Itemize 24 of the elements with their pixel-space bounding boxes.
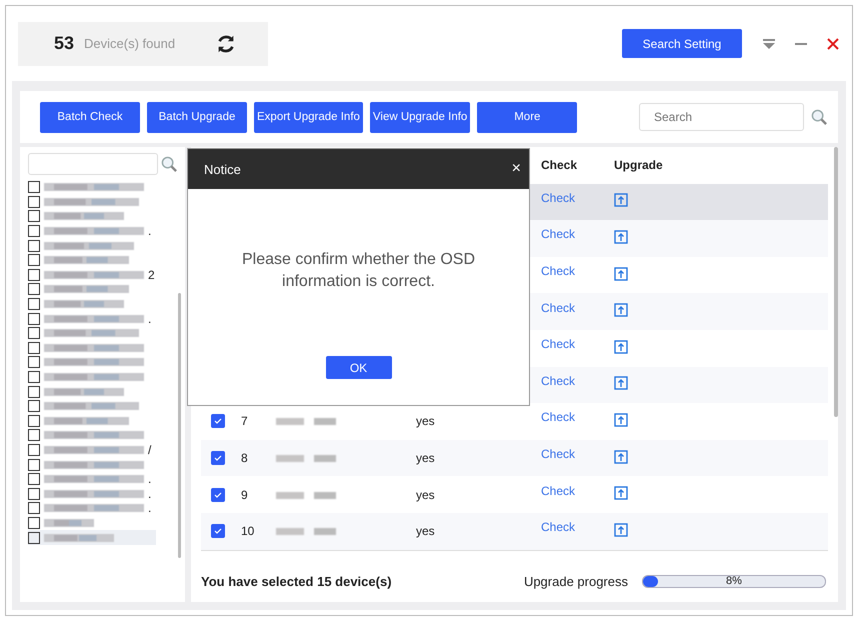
table-cell: yes [416, 488, 435, 502]
table-cell: yes [416, 524, 435, 538]
row-number: 8 [241, 451, 248, 466]
tree-item-suffix: . [148, 314, 152, 324]
device-count: 53 [54, 33, 74, 54]
device-count-label: Device(s) found [84, 36, 176, 51]
tree-item-suffix: . [148, 226, 152, 236]
tree-item-suffix: / [148, 444, 152, 455]
selection-summary: You have selected 15 device(s) [201, 574, 392, 588]
column-header: Check [541, 158, 578, 172]
row-number: 10 [241, 524, 254, 538]
dialog-message: Please confirm whether the OSD information is correct. [241, 250, 476, 292]
tree-item-suffix: 2 [148, 270, 155, 280]
row-number: 9 [241, 488, 248, 502]
tree-item-suffix: . [148, 474, 152, 484]
dialog-title: Notice [204, 162, 241, 176]
row-number: 7 [241, 414, 248, 428]
table-cell: yes [416, 414, 435, 428]
table-cell: yes [416, 451, 435, 466]
tree-item-suffix: . [148, 503, 152, 514]
column-header: Upgrade [613, 158, 664, 172]
progress-reading: 8% [725, 575, 743, 587]
tree-item-suffix: . [148, 488, 152, 499]
progress-label: Upgrade progress [524, 574, 628, 588]
